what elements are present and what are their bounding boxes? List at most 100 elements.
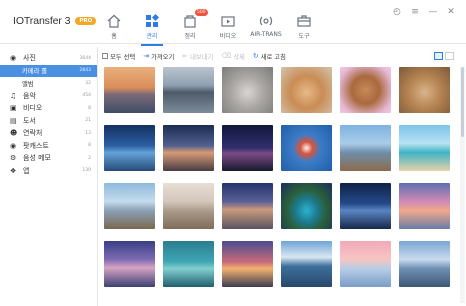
contacts-icon: ☻: [10, 129, 18, 138]
clean-badge: 500: [195, 9, 208, 16]
app-title: IOTransfer 3 PRO: [13, 15, 97, 27]
list-view-icon[interactable]: [445, 52, 454, 60]
import-label: 가져오기: [151, 53, 175, 61]
nav-label: 도구: [298, 33, 310, 40]
video-icon: ▣: [10, 104, 17, 113]
delete-label: 삭제: [233, 53, 245, 61]
photo-thumbnail[interactable]: [163, 125, 214, 171]
photo-thumbnail[interactable]: [281, 183, 332, 229]
sidebar-item-books[interactable]: ▤ 도서 21: [0, 115, 97, 128]
nav-clean[interactable]: 500 정리: [171, 9, 209, 40]
photo-thumbnail[interactable]: [340, 241, 391, 287]
select-all-checkbox[interactable]: [102, 53, 108, 59]
sidebar-item-label: 도서: [23, 116, 36, 125]
nav-home[interactable]: 홈: [95, 9, 133, 40]
nav-label: 관리: [146, 33, 158, 40]
scrollbar-thumb[interactable]: [461, 67, 464, 137]
sidebar-item-label: 카메라 롤: [22, 68, 48, 76]
toolbox-icon: [297, 15, 311, 27]
import-icon: ⇥: [143, 52, 150, 60]
photo-thumbnail[interactable]: [340, 67, 391, 113]
menu-icon[interactable]: ≡: [406, 5, 424, 19]
sidebar-item-label: 음악: [23, 91, 36, 100]
music-icon: ♫: [10, 91, 17, 100]
photo-thumbnail[interactable]: [104, 183, 155, 229]
photo-thumbnail[interactable]: [222, 67, 273, 113]
delete-button[interactable]: ⌫ 삭제: [221, 52, 245, 61]
sidebar-item-music[interactable]: ♫ 음악 454: [0, 90, 97, 103]
nav-label: 비디오: [219, 33, 237, 40]
refresh-button[interactable]: ↻ 새로 고침: [253, 52, 286, 61]
select-all-label: 모두 선택: [110, 53, 136, 61]
refresh-icon: ↻: [252, 52, 259, 60]
sidebar-item-count: 8: [88, 105, 91, 111]
sidebar-item-podcasts[interactable]: ◉ 팟캐스트 8: [0, 140, 97, 153]
toolbar: 모두 선택 ⇥ 가져오기 ⇤ 내보내기 ⌫ 삭제 ↻ 새로 고침: [99, 48, 466, 64]
sidebar-item-voice-memos[interactable]: ⚙ 음성 메모 2: [0, 152, 97, 165]
nav-label: 홈: [111, 33, 117, 40]
select-all-button[interactable]: 모두 선택: [102, 52, 135, 61]
nav-manage[interactable]: 관리: [133, 9, 171, 46]
photo-thumbnail[interactable]: [222, 241, 273, 287]
import-button[interactable]: ⇥ 가져오기: [143, 52, 174, 61]
photo-thumbnail[interactable]: [222, 125, 273, 171]
sidebar: ◉ 사진 3644 카메라 롤 2843 앨범 32 ♫ 음악 454 ▣ 비디…: [0, 47, 98, 306]
air-trans-icon: [259, 16, 273, 26]
sidebar-item-count: 2843: [79, 68, 91, 74]
sidebar-item-camera-roll[interactable]: 카메라 롤 2843: [0, 64, 97, 77]
photo-thumbnail[interactable]: [281, 125, 332, 171]
sidebar-item-label: 사진: [23, 54, 36, 63]
trash-icon: ⌫: [221, 52, 232, 60]
main-nav: 홈 관리 500 정리 비디오 AIR-TRANS 도구: [95, 9, 323, 46]
home-icon: [107, 14, 121, 28]
sidebar-item-label: 팟캐스트: [23, 141, 49, 150]
export-button[interactable]: ⇤ 내보내기: [182, 52, 213, 61]
nav-air-trans[interactable]: AIR-TRANS: [247, 9, 285, 40]
sidebar-item-video[interactable]: ▣ 비디오 8: [0, 102, 97, 115]
photo-thumbnail[interactable]: [340, 125, 391, 171]
podcast-icon: ◉: [10, 141, 17, 150]
export-label: 내보내기: [190, 53, 214, 61]
apps-icon: ❖: [10, 166, 17, 175]
sidebar-item-count: 8: [88, 143, 91, 149]
sidebar-item-albums[interactable]: 앨범 32: [0, 77, 97, 90]
video-icon: [221, 16, 235, 27]
photo-thumbnail[interactable]: [104, 67, 155, 113]
sidebar-item-count: 32: [85, 80, 91, 86]
photo-thumbnail[interactable]: [104, 241, 155, 287]
nav-label: 정리: [184, 33, 196, 40]
nav-label: AIR-TRANS: [250, 31, 282, 38]
sidebar-item-count: 130: [82, 168, 91, 174]
photo-thumbnail[interactable]: [163, 241, 214, 287]
close-icon[interactable]: ✕: [442, 5, 460, 19]
skin-icon[interactable]: ◴: [388, 5, 406, 19]
sidebar-item-count: 21: [85, 118, 91, 124]
sidebar-item-apps[interactable]: ❖ 앱 130: [0, 165, 97, 178]
sidebar-item-label: 앨범: [22, 80, 34, 88]
photo-thumbnail[interactable]: [399, 183, 450, 229]
title-bar: IOTransfer 3 PRO 홈 관리 500 정리 비디오 AIR-TRA…: [0, 0, 466, 46]
photo-thumbnail[interactable]: [281, 67, 332, 113]
photo-thumbnail[interactable]: [399, 125, 450, 171]
nav-video[interactable]: 비디오: [209, 9, 247, 40]
photo-thumbnail[interactable]: [340, 183, 391, 229]
photo-thumbnail[interactable]: [222, 183, 273, 229]
grid-view-icon[interactable]: [434, 52, 443, 60]
app-name: IOTransfer 3: [13, 15, 71, 27]
photo-thumbnail[interactable]: [399, 67, 450, 113]
sidebar-item-count: 2: [88, 155, 91, 161]
photo-thumbnail[interactable]: [104, 125, 155, 171]
minimize-icon[interactable]: —: [424, 5, 442, 19]
sidebar-item-count: 3644: [79, 55, 91, 61]
photo-thumbnail[interactable]: [399, 241, 450, 287]
photo-thumbnail[interactable]: [163, 67, 214, 113]
nav-tools[interactable]: 도구: [285, 9, 323, 40]
pro-badge: PRO: [75, 17, 97, 25]
refresh-label: 새로 고침: [260, 53, 286, 61]
sidebar-item-label: 음성 메모: [23, 154, 51, 163]
sidebar-item-photos[interactable]: ◉ 사진 3644: [0, 52, 97, 65]
window-controls: ◴ ≡ — ✕: [388, 5, 460, 19]
photo-thumbnail[interactable]: [163, 183, 214, 229]
photo-thumbnail[interactable]: [281, 241, 332, 287]
sidebar-item-contacts[interactable]: ☻ 연락처 13: [0, 127, 97, 140]
